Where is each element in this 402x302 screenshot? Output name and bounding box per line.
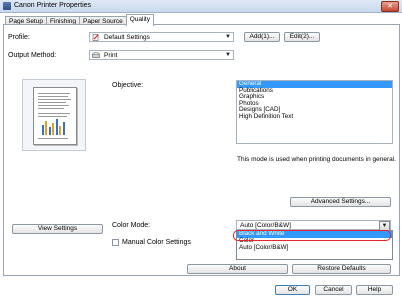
printer-icon — [3, 2, 11, 10]
profile-value: Default Settings — [104, 34, 150, 41]
window-title: Canon Printer Properties — [14, 2, 92, 9]
ok-button[interactable]: OK — [275, 285, 310, 295]
output-method-select[interactable]: Print ▼ — [89, 50, 234, 60]
tab-quality[interactable]: Quality — [125, 14, 154, 26]
chevron-down-icon: ▼ — [225, 52, 231, 58]
objective-list[interactable]: General Publications Graphics Photos Des… — [236, 80, 393, 144]
close-button[interactable]: ✕ — [381, 1, 399, 12]
objective-label: Objective: — [112, 82, 144, 89]
objective-item-high-definition-text[interactable]: High Definition Text — [237, 113, 392, 121]
manual-color-label: Manual Color Settings — [122, 239, 191, 246]
page-preview — [22, 79, 86, 151]
profile-select[interactable]: Default Settings ▼ — [89, 32, 234, 42]
edit-profile-button[interactable]: Edit(2)... — [284, 32, 320, 42]
chevron-down-icon: ▼ — [225, 34, 231, 40]
profile-label: Profile: — [8, 34, 30, 41]
add-profile-button[interactable]: Add(1)... — [244, 32, 280, 42]
color-mode-select[interactable]: Auto [Color/B&W] ▼ — [236, 220, 391, 231]
advanced-settings-button[interactable]: Advanced Settings... — [290, 197, 391, 207]
help-button[interactable]: Help — [356, 285, 393, 295]
profile-icon — [92, 34, 99, 41]
preview-page — [33, 87, 77, 145]
color-mode-value: Auto [Color/B&W] — [240, 222, 291, 229]
cancel-button[interactable]: Cancel — [315, 285, 352, 295]
restore-defaults-button[interactable]: Restore Defaults — [292, 264, 391, 274]
printer-icon — [92, 52, 100, 58]
highlight-callout — [233, 230, 391, 241]
color-mode-option-auto[interactable]: Auto [Color/B&W] — [237, 244, 392, 252]
color-mode-label: Color Mode: — [112, 222, 151, 229]
view-settings-button[interactable]: View Settings — [12, 224, 103, 234]
output-method-value: Print — [104, 52, 118, 59]
output-method-label: Output Method: — [8, 52, 57, 59]
about-button[interactable]: About — [187, 264, 288, 274]
manual-color-checkbox[interactable] — [112, 239, 119, 246]
objective-description: This mode is used when printing document… — [237, 156, 396, 163]
title-bar: Canon Printer Properties ✕ — [0, 0, 402, 13]
